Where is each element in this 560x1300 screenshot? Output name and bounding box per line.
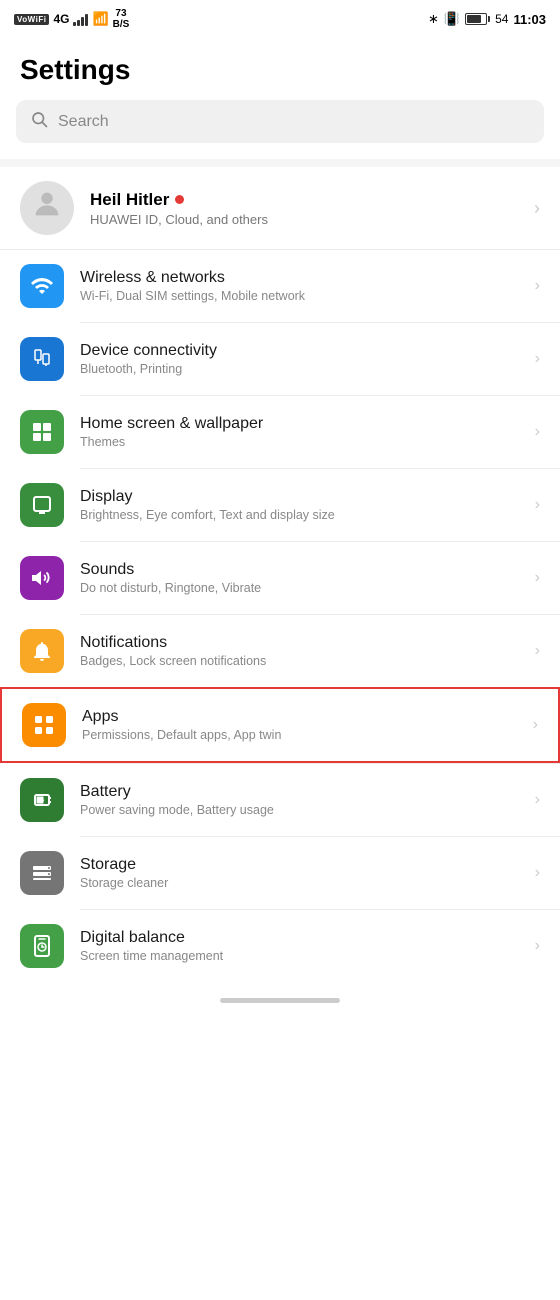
apps-icon <box>22 703 66 747</box>
settings-item-apps[interactable]: Apps Permissions, Default apps, App twin… <box>0 687 560 763</box>
profile-chevron-icon: › <box>534 198 540 219</box>
search-placeholder: Search <box>58 113 109 131</box>
settings-item-display[interactable]: Display Brightness, Eye comfort, Text an… <box>0 469 560 541</box>
storage-chevron-icon: › <box>535 864 540 882</box>
wifi-icon: 📶 <box>92 11 108 27</box>
battery-sub: Power saving mode, Battery usage <box>80 803 274 817</box>
wireless-sub: Wi-Fi, Dual SIM settings, Mobile network <box>80 289 305 303</box>
settings-item-storage[interactable]: Storage Storage cleaner › <box>0 837 560 909</box>
profile-subtitle: HUAWEI ID, Cloud, and others <box>90 212 268 227</box>
display-title: Display <box>80 488 335 506</box>
bluetooth-icon: ∗ <box>428 11 439 27</box>
home-screen-icon <box>20 410 64 454</box>
sounds-text: Sounds Do not disturb, Ringtone, Vibrate <box>80 561 261 595</box>
page-title: Settings <box>0 36 560 100</box>
settings-item-sounds[interactable]: Sounds Do not disturb, Ringtone, Vibrate… <box>0 542 560 614</box>
home-screen-sub: Themes <box>80 435 263 449</box>
notifications-chevron-icon: › <box>535 642 540 660</box>
notifications-text: Notifications Badges, Lock screen notifi… <box>80 634 266 668</box>
digital-balance-text: Digital balance Screen time management <box>80 929 223 963</box>
device-connectivity-sub: Bluetooth, Printing <box>80 362 217 376</box>
profile-info: Heil Hitler HUAWEI ID, Cloud, and others <box>90 190 268 227</box>
settings-item-home-screen[interactable]: Home screen & wallpaper Themes › <box>0 396 560 468</box>
wireless-title: Wireless & networks <box>80 269 305 287</box>
search-icon <box>30 110 48 133</box>
battery-text: Battery Power saving mode, Battery usage <box>80 783 274 817</box>
network-type: 4G <box>53 12 69 26</box>
online-indicator <box>175 195 184 204</box>
avatar <box>20 181 74 235</box>
settings-item-digital-balance[interactable]: Digital balance Screen time management › <box>0 910 560 982</box>
settings-item-notifications[interactable]: Notifications Badges, Lock screen notifi… <box>0 615 560 687</box>
home-screen-title: Home screen & wallpaper <box>80 415 263 433</box>
profile-name: Heil Hitler <box>90 190 268 210</box>
sounds-icon <box>20 556 64 600</box>
speed-label: 73B/S <box>113 8 130 30</box>
wireless-chevron-icon: › <box>535 277 540 295</box>
notifications-sub: Badges, Lock screen notifications <box>80 654 266 668</box>
wireless-text: Wireless & networks Wi-Fi, Dual SIM sett… <box>80 269 305 303</box>
vowifi-badge: VoWiFi <box>14 14 49 25</box>
storage-icon <box>20 851 64 895</box>
storage-title: Storage <box>80 856 168 874</box>
settings-item-device-connectivity[interactable]: Device connectivity Bluetooth, Printing … <box>0 323 560 395</box>
sounds-title: Sounds <box>80 561 261 579</box>
avatar-icon <box>30 187 64 229</box>
home-screen-text: Home screen & wallpaper Themes <box>80 415 263 449</box>
home-indicator <box>0 982 560 1013</box>
battery-chevron-icon: › <box>535 791 540 809</box>
home-pill <box>220 998 340 1003</box>
sounds-sub: Do not disturb, Ringtone, Vibrate <box>80 581 261 595</box>
section-divider <box>0 159 560 167</box>
battery-icon <box>20 778 64 822</box>
status-left: VoWiFi 4G 📶 73B/S <box>14 8 129 30</box>
search-bar[interactable]: Search <box>16 100 544 143</box>
sounds-chevron-icon: › <box>535 569 540 587</box>
status-right: ∗ 📳 54 11:03 <box>428 11 546 27</box>
digital-balance-chevron-icon: › <box>535 937 540 955</box>
digital-balance-icon <box>20 924 64 968</box>
battery-title: Battery <box>80 783 274 801</box>
battery-status-icon <box>465 13 490 25</box>
status-bar: VoWiFi 4G 📶 73B/S ∗ 📳 54 11:03 <box>0 0 560 36</box>
storage-sub: Storage cleaner <box>80 876 168 890</box>
device-connectivity-title: Device connectivity <box>80 342 217 360</box>
apps-title: Apps <box>82 708 281 726</box>
device-connectivity-text: Device connectivity Bluetooth, Printing <box>80 342 217 376</box>
signal-bars-icon <box>73 12 88 26</box>
home-screen-chevron-icon: › <box>535 423 540 441</box>
notifications-title: Notifications <box>80 634 266 652</box>
display-chevron-icon: › <box>535 496 540 514</box>
settings-list: Wireless & networks Wi-Fi, Dual SIM sett… <box>0 250 560 982</box>
settings-item-wireless[interactable]: Wireless & networks Wi-Fi, Dual SIM sett… <box>0 250 560 322</box>
time-display: 11:03 <box>513 12 546 27</box>
storage-text: Storage Storage cleaner <box>80 856 168 890</box>
apps-text: Apps Permissions, Default apps, App twin <box>82 708 281 742</box>
digital-balance-title: Digital balance <box>80 929 223 947</box>
wireless-icon <box>20 264 64 308</box>
battery-percent: 54 <box>495 12 508 26</box>
display-icon <box>20 483 64 527</box>
device-connectivity-chevron-icon: › <box>535 350 540 368</box>
notifications-icon <box>20 629 64 673</box>
display-sub: Brightness, Eye comfort, Text and displa… <box>80 508 335 522</box>
profile-row[interactable]: Heil Hitler HUAWEI ID, Cloud, and others… <box>0 167 560 250</box>
display-text: Display Brightness, Eye comfort, Text an… <box>80 488 335 522</box>
vibrate-icon: 📳 <box>444 11 460 27</box>
device-connectivity-icon <box>20 337 64 381</box>
apps-sub: Permissions, Default apps, App twin <box>82 728 281 742</box>
settings-item-battery[interactable]: Battery Power saving mode, Battery usage… <box>0 764 560 836</box>
apps-chevron-icon: › <box>533 716 538 734</box>
digital-balance-sub: Screen time management <box>80 949 223 963</box>
